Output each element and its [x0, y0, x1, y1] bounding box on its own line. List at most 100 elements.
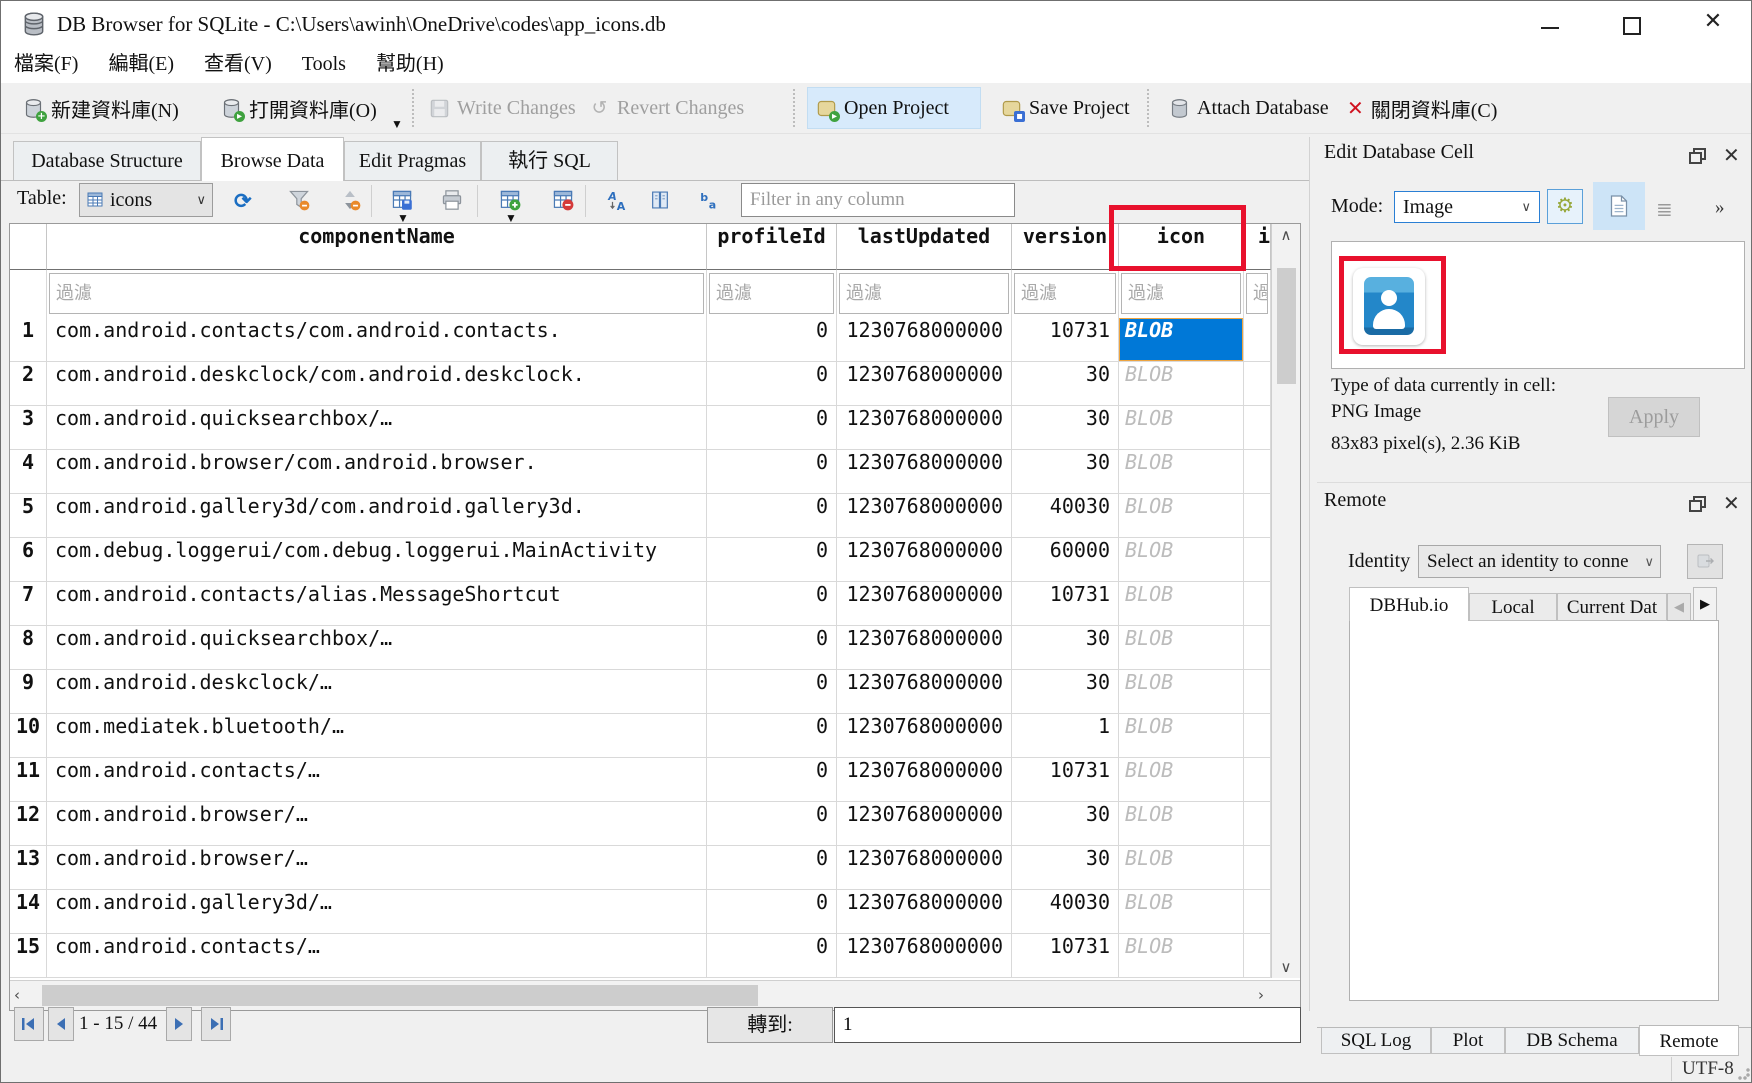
table-row[interactable]: 2com.android.deskclock/com.android.deskc… [10, 362, 1271, 406]
corner-header[interactable] [10, 224, 47, 270]
horizontal-scrollbar[interactable]: ‹ › [10, 980, 1300, 1010]
more-tools-icon[interactable]: » [1715, 197, 1725, 219]
cell-icon-blob[interactable]: BLOB [1119, 494, 1244, 538]
cell-version[interactable]: 10731 [1012, 934, 1119, 978]
table-row[interactable]: 9com.android.deskclock/…0123076800000030… [10, 670, 1271, 714]
table-row[interactable]: 10com.mediatek.bluetooth/…01230768000000… [10, 714, 1271, 758]
cell-version[interactable]: 30 [1012, 846, 1119, 890]
cell-profileId[interactable]: 0 [707, 318, 837, 362]
cell-componentName[interactable]: com.android.gallery3d/… [47, 890, 707, 934]
table-row[interactable]: 13com.android.browser/…0123076800000030B… [10, 846, 1271, 890]
cell-profileId[interactable]: 0 [707, 714, 837, 758]
cell-componentName[interactable]: com.android.contacts/com.android.contact… [47, 318, 707, 362]
cell-componentName[interactable]: com.android.quicksearchbox/… [47, 406, 707, 450]
filter-cell-partial[interactable]: 過濾 [1244, 270, 1271, 318]
save-project-button[interactable]: ▪ Save Project [993, 87, 1138, 129]
column-header-componentName[interactable]: componentName [47, 224, 707, 270]
menu-file[interactable]: 檔案(F) [1, 47, 91, 83]
table-row[interactable]: 15com.android.contacts/…0123076800000010… [10, 934, 1271, 978]
cell-icon-blob[interactable]: BLOB [1119, 846, 1244, 890]
cell-componentName[interactable]: com.android.contacts/… [47, 758, 707, 802]
cell-lastUpdated[interactable]: 1230768000000 [837, 362, 1012, 406]
filter-cell-version[interactable]: 過濾 [1012, 270, 1119, 318]
cell-lastUpdated[interactable]: 1230768000000 [837, 318, 1012, 362]
cell-version[interactable]: 60000 [1012, 538, 1119, 582]
cell-profileId[interactable]: 0 [707, 626, 837, 670]
cell-icon-blob[interactable]: BLOB [1119, 318, 1244, 362]
scroll-right-icon[interactable]: › [1258, 986, 1264, 1004]
mode-dropdown[interactable]: Image ∨ [1394, 191, 1540, 223]
tab-scroll-right-icon[interactable]: ▶ [1693, 587, 1717, 621]
cell-profileId[interactable]: 0 [707, 802, 837, 846]
cell-icon-blob[interactable]: BLOB [1119, 582, 1244, 626]
table-row[interactable]: 5com.android.gallery3d/com.android.galle… [10, 494, 1271, 538]
cell-partial[interactable] [1244, 890, 1271, 934]
cell-componentName[interactable]: com.android.browser/com.android.browser. [47, 450, 707, 494]
save-table-button[interactable]: ▼ [391, 189, 413, 211]
scroll-left-icon[interactable]: ‹ [14, 986, 20, 1004]
cell-profileId[interactable]: 0 [707, 362, 837, 406]
cell-version[interactable]: 40030 [1012, 494, 1119, 538]
vertical-scroll-thumb[interactable] [1277, 268, 1296, 384]
filter-cell-icon[interactable]: 過濾 [1119, 270, 1244, 318]
cell-componentName[interactable]: com.android.gallery3d/com.android.galler… [47, 494, 707, 538]
cell-lastUpdated[interactable]: 1230768000000 [837, 890, 1012, 934]
cell-lastUpdated[interactable]: 1230768000000 [837, 758, 1012, 802]
cell-partial[interactable] [1244, 714, 1271, 758]
cell-componentName[interactable]: com.android.deskclock/… [47, 670, 707, 714]
filter-cell-profileId[interactable]: 過濾 [707, 270, 837, 318]
cell-version[interactable]: 30 [1012, 406, 1119, 450]
cell-componentName[interactable]: com.android.deskclock/com.android.deskcl… [47, 362, 707, 406]
cell-partial[interactable] [1244, 670, 1271, 714]
first-page-button[interactable] [14, 1007, 44, 1041]
cell-profileId[interactable]: 0 [707, 406, 837, 450]
cell-version[interactable]: 40030 [1012, 890, 1119, 934]
column-header-profileId[interactable]: profileId [707, 224, 837, 270]
cell-lastUpdated[interactable]: 1230768000000 [837, 626, 1012, 670]
cell-icon-blob[interactable]: BLOB [1119, 670, 1244, 714]
column-header-version[interactable]: version [1012, 224, 1119, 270]
cell-lastUpdated[interactable]: 1230768000000 [837, 934, 1012, 978]
table-row[interactable]: 12com.android.browser/…0123076800000030B… [10, 802, 1271, 846]
cell-partial[interactable] [1244, 802, 1271, 846]
close-database-button[interactable]: ✕ 關閉資料庫(C) [1339, 87, 1505, 129]
import-export-button[interactable]: ⚙ [1547, 189, 1583, 224]
menu-help[interactable]: 幫助(H) [363, 47, 457, 83]
tab-database-structure[interactable]: Database Structure [13, 141, 201, 180]
minimize-button[interactable] [1528, 1, 1572, 43]
cell-partial[interactable] [1244, 538, 1271, 582]
cell-icon-blob[interactable]: BLOB [1119, 406, 1244, 450]
cell-version[interactable]: 10731 [1012, 758, 1119, 802]
menu-tools[interactable]: Tools [289, 47, 359, 83]
tab-execute-sql[interactable]: 執行 SQL [481, 141, 618, 180]
float-panel-icon[interactable] [1689, 148, 1705, 162]
cell-icon-blob[interactable]: BLOB [1119, 538, 1244, 582]
cell-profileId[interactable]: 0 [707, 758, 837, 802]
table-row[interactable]: 4com.android.browser/com.android.browser… [10, 450, 1271, 494]
cell-partial[interactable] [1244, 450, 1271, 494]
cell-partial[interactable] [1244, 934, 1271, 978]
cell-version[interactable]: 30 [1012, 626, 1119, 670]
column-header-lastUpdated[interactable]: lastUpdated [837, 224, 1012, 270]
cell-lastUpdated[interactable]: 1230768000000 [837, 846, 1012, 890]
cell-componentName[interactable]: com.android.contacts/… [47, 934, 707, 978]
ab-format-button[interactable]: ba [699, 189, 721, 211]
binary-book-button[interactable] [649, 189, 671, 211]
tab-browse-data[interactable]: Browse Data [201, 137, 344, 181]
open-database-button[interactable]: ▸ 打開資料庫(O) ▼ [213, 87, 385, 129]
cell-lastUpdated[interactable]: 1230768000000 [837, 494, 1012, 538]
dock-splitter[interactable] [1309, 137, 1310, 1011]
cell-componentName[interactable]: com.android.browser/… [47, 846, 707, 890]
apply-button[interactable]: Apply [1608, 397, 1700, 437]
cell-version[interactable]: 10731 [1012, 582, 1119, 626]
menu-view[interactable]: 查看(V) [191, 47, 285, 83]
cell-profileId[interactable]: 0 [707, 890, 837, 934]
scroll-down-icon[interactable]: ∨ [1272, 958, 1300, 976]
cell-icon-blob[interactable]: BLOB [1119, 934, 1244, 978]
dock-tab-db-schema[interactable]: DB Schema [1505, 1028, 1639, 1054]
cell-partial[interactable] [1244, 626, 1271, 670]
table-row[interactable]: 3com.android.quicksearchbox/…01230768000… [10, 406, 1271, 450]
text-mode-toggle-button[interactable] [1593, 182, 1645, 230]
cell-lastUpdated[interactable]: 1230768000000 [837, 406, 1012, 450]
remote-tab-current-database[interactable]: Current Dat [1557, 593, 1667, 621]
